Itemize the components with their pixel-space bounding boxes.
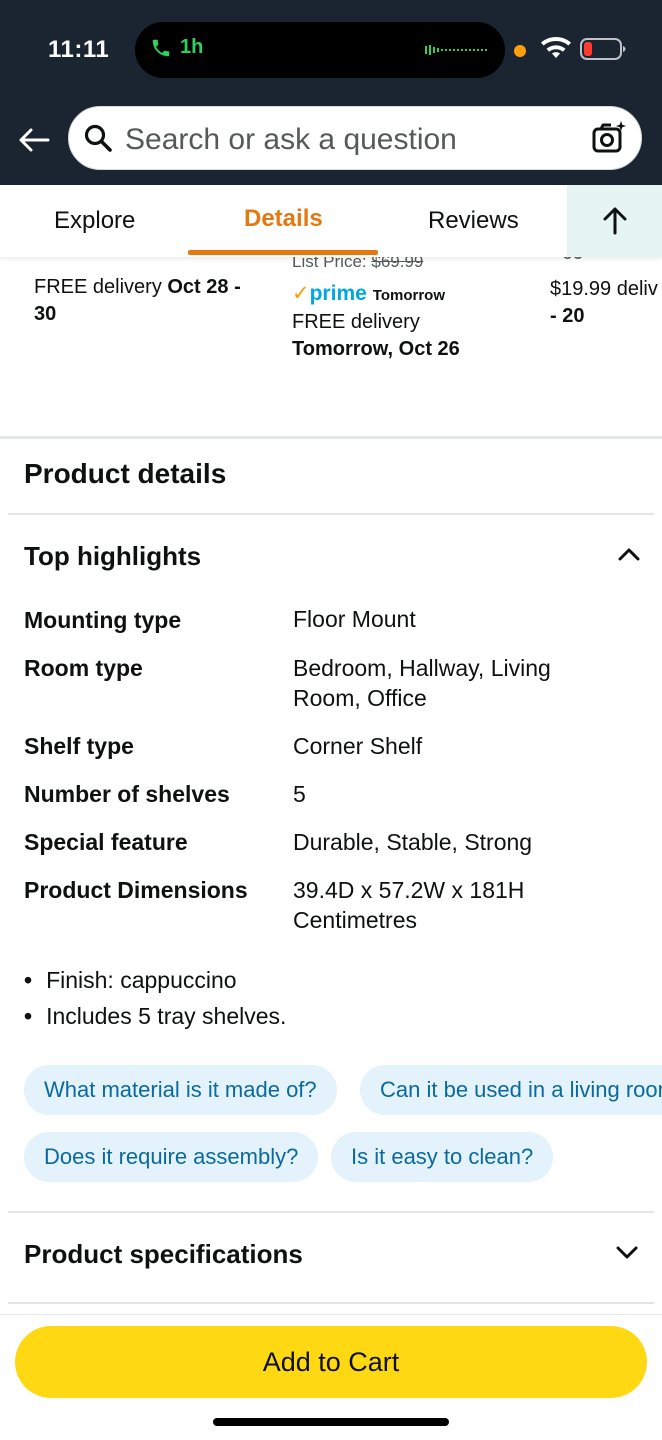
chevron-down-icon[interactable]	[613, 1238, 641, 1266]
prime-badge: ✓prime Tomorrow	[292, 282, 446, 305]
spec-value: Durable, Stable, Strong	[293, 829, 533, 855]
back-to-top-button[interactable]	[567, 185, 662, 257]
phone-icon	[152, 39, 170, 56]
spec-value: Corner Shelf	[293, 733, 423, 759]
active-tab-indicator	[188, 250, 378, 255]
spec-value: 5	[293, 781, 306, 807]
mic-indicator-icon	[514, 45, 526, 57]
arrow-up-icon	[603, 207, 626, 235]
top-highlights-title[interactable]: Top highlights	[24, 541, 201, 572]
highlight-bullets: • Finish: cappuccino • Includes 5 tray she…	[24, 962, 286, 1034]
spec-key: Number of shelves	[24, 781, 230, 807]
question-chip[interactable]: What material is it made of?	[24, 1065, 337, 1115]
home-indicator[interactable]	[213, 1418, 449, 1426]
list-item: • Finish: cappuccino	[24, 967, 237, 993]
call-duration: 1h	[180, 36, 204, 58]
arrow-left-icon[interactable]	[16, 122, 52, 158]
search-icon	[84, 124, 112, 152]
spec-key: Mounting type	[24, 607, 182, 633]
add-to-cart-button[interactable]: Add to Cart	[15, 1326, 647, 1398]
camera-search-icon[interactable]	[591, 120, 627, 156]
chevron-up-icon[interactable]	[615, 541, 643, 569]
card-1-delivery[interactable]: FREE delivery Oct 28 - 30	[34, 274, 264, 328]
product-specifications-title[interactable]: Product specifications	[24, 1239, 303, 1270]
spec-key: Special feature	[24, 829, 188, 855]
app-header: 11:11 1h Search or ask a question	[0, 0, 662, 185]
question-chip[interactable]: Does it require assembly?	[24, 1132, 319, 1182]
call-indicator[interactable]: 1h	[150, 36, 203, 59]
card-2-delivery[interactable]: ✓prime Tomorrow FREE delivery Tomorrow, …	[292, 280, 532, 363]
divider	[8, 1211, 654, 1213]
spec-key: Product Dimensions	[24, 877, 248, 903]
battery-icon	[580, 38, 626, 60]
spec-key: Shelf type	[24, 733, 134, 759]
card-3-delivery[interactable]: $19.99 deliv - 20	[550, 276, 662, 330]
status-time: 11:11	[48, 36, 110, 63]
wifi-icon	[541, 36, 571, 58]
section-divider	[0, 436, 662, 439]
search-input[interactable]: Search or ask a question	[125, 123, 457, 157]
question-chip[interactable]: Is it easy to clean?	[331, 1132, 554, 1182]
spec-value: 39.4D x 57.2W x 181H Centimetres	[293, 877, 525, 933]
spec-key: Room type	[24, 655, 143, 681]
tab-reviews[interactable]: Reviews	[428, 207, 519, 235]
spec-value: Floor Mount	[293, 606, 416, 632]
list-item: • Includes 5 tray shelves.	[24, 1003, 287, 1029]
question-chip[interactable]: Can it be used in a living room?	[360, 1065, 662, 1115]
section-tabs: Explore Details Reviews	[0, 185, 662, 257]
tab-details[interactable]: Details	[244, 205, 323, 233]
tab-explore[interactable]: Explore	[54, 207, 135, 235]
product-details-title: Product details	[24, 458, 227, 489]
divider	[8, 1302, 654, 1304]
divider	[8, 513, 654, 515]
search-bar[interactable]: Search or ask a question	[68, 106, 642, 170]
audio-wave-icon	[425, 45, 487, 55]
spec-value: Bedroom, Hallway, Living Room, Office	[293, 655, 551, 711]
